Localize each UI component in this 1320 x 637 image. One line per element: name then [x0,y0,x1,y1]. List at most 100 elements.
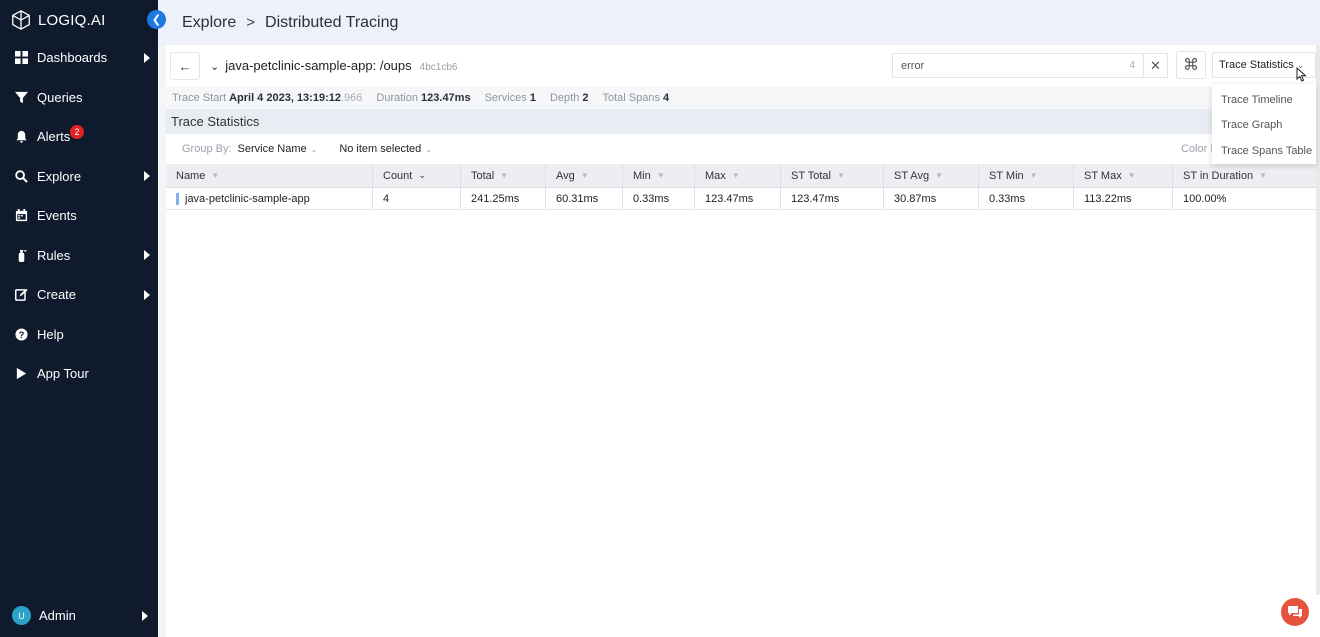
group-by-bar: Group By: Service Name ⌄ No item selecte… [166,134,1320,164]
sidebar-item-explore[interactable]: Explore [0,157,158,197]
sidebar-item-label: Help [37,326,64,342]
column-label: ST Min [989,169,1024,182]
duration-value: 123.47ms [421,92,471,104]
sort-desc-icon: ⌄ [418,170,426,180]
sidebar-item-label: Rules [37,247,71,263]
trace-start: Trace Start April 4 2023, 13:19:12.966 [172,92,362,104]
sidebar-item-alerts[interactable]: Alerts 2 [0,117,158,157]
table-header: Name ▼ Count ⌄ Total ▼ Avg ▼ Min ▼ Max ▼ ST To… [166,164,1320,188]
color-by-label[interactable]: Color I [1181,143,1213,155]
view-select-value: Trace Statistics [1219,59,1294,71]
caret-right-icon [144,250,150,261]
trace-title[interactable]: ⌄ java-petclinic-sample-app: /oups 4bc1c… [210,58,457,73]
cell-st-in-duration: 100.00% [1183,192,1227,205]
column-header-st-max[interactable]: ST Max ▼ [1074,164,1173,187]
trace-id: 4bc1cb6 [419,62,458,73]
chat-icon [1288,606,1302,618]
collapse-sidebar-button[interactable]: ❮ [147,10,166,29]
column-header-name[interactable]: Name ▼ [166,164,373,187]
arrow-left-icon: ← [178,58,192,74]
column-header-st-in-duration[interactable]: ST in Duration ▼ [1173,164,1320,187]
column-label: ST Total [791,169,831,182]
cell-st-max: 113.22ms [1074,188,1173,209]
sort-icon: ▼ [211,171,220,180]
spans-value: 4 [663,92,670,104]
sort-icon: ▼ [731,171,740,180]
column-header-st-total[interactable]: ST Total ▼ [781,164,884,187]
group-by-label: Group By: [182,143,232,155]
cell-total: 241.25ms [461,188,546,209]
logo[interactable]: LOGIQ.AI [10,9,105,31]
sort-icon: ▼ [836,171,845,180]
user-menu[interactable]: U Admin [12,606,152,625]
chat-button[interactable] [1281,598,1309,626]
stats-table: Name ▼ Count ⌄ Total ▼ Avg ▼ Min ▼ Max ▼ ST To… [166,164,1320,210]
column-header-avg[interactable]: Avg ▼ [546,164,623,187]
trace-start-label: Trace Start [172,92,226,104]
play-icon [15,367,28,380]
menu-item-trace-spans-table[interactable]: Trace Spans Table [1212,138,1316,164]
question-circle-icon: ? [15,328,28,341]
column-label: Min [633,169,651,182]
column-header-min[interactable]: Min ▼ [623,164,695,187]
chevron-down-icon: ⌄ [210,61,220,73]
sidebar-item-help[interactable]: ? Help [0,315,158,355]
column-label: Count [383,169,413,182]
page-title: Distributed Tracing [265,13,399,31]
sort-icon: ▼ [1127,171,1136,180]
column-header-st-min[interactable]: ST Min ▼ [979,164,1074,187]
command-icon: ⌘ [1183,57,1199,74]
sidebar: LOGIQ.AI Dashboards Queries Alerts 2 Exp… [0,0,158,637]
spans-label: Total Spans [602,92,660,104]
menu-item-trace-timeline[interactable]: Trace Timeline [1212,87,1316,113]
chevron-down-icon: ⌄ [425,144,432,154]
table-row[interactable]: java-petclinic-sample-app 4 241.25ms 60.… [166,188,1320,210]
sidebar-item-label: Create [37,287,77,303]
cell-st-total: 123.47ms [781,188,884,209]
sidebar-item-dashboards[interactable]: Dashboards [0,38,158,78]
cell-max: 123.47ms [695,188,781,209]
column-label: ST Max [1084,169,1122,182]
column-label: Name [176,169,206,182]
bell-icon [15,130,28,144]
group-by-select[interactable]: Service Name [238,143,307,155]
menu-item-trace-graph[interactable]: Trace Graph [1212,113,1316,139]
service-color-marker [176,192,179,205]
sidebar-item-label: Dashboards [37,50,108,66]
column-label: ST in Duration [1183,169,1254,182]
column-header-total[interactable]: Total ▼ [461,164,546,187]
secondary-select[interactable]: No item selected [339,143,421,155]
sidebar-item-queries[interactable]: Queries [0,78,158,118]
sort-icon: ▼ [1259,171,1268,180]
clear-search-button[interactable]: ✕ [1144,53,1168,78]
mouse-cursor-icon [1296,67,1307,82]
scrollbar[interactable] [1316,45,1320,595]
sidebar-item-create[interactable]: Create [0,275,158,315]
content-gutter [158,45,166,637]
column-label: ST Avg [894,169,930,182]
column-header-st-avg[interactable]: ST Avg ▼ [884,164,979,187]
svg-text:?: ? [19,330,25,340]
cell-st-min: 0.33ms [979,188,1074,209]
column-header-count[interactable]: Count ⌄ [373,164,461,187]
trace-search-input[interactable]: error 4 [892,53,1144,78]
column-header-max[interactable]: Max ▼ [695,164,781,187]
trace-start-fraction: .966 [340,92,363,104]
trace-depth: Depth 2 [550,92,589,104]
back-button[interactable]: ← [170,52,200,80]
sidebar-item-rules[interactable]: Rules [0,236,158,276]
edit-icon [15,288,28,302]
trace-duration: Duration 123.47ms [376,92,470,104]
sort-icon: ▼ [935,171,943,180]
caret-right-icon [142,610,148,621]
services-label: Services [484,92,527,104]
view-dropdown-menu: Trace Timeline Trace Graph Trace Spans T… [1212,84,1316,164]
sort-icon: ▼ [580,171,589,180]
sidebar-item-app-tour[interactable]: App Tour [0,354,158,394]
breadcrumb-explore[interactable]: Explore [182,14,236,32]
chevron-left-icon: ❮ [151,14,162,26]
close-icon: ✕ [1150,57,1161,73]
trace-meta: Trace Start April 4 2023, 13:19:12.966 D… [166,87,1320,109]
keyboard-shortcuts-button[interactable]: ⌘ [1176,51,1206,79]
sidebar-item-events[interactable]: Events [0,196,158,236]
